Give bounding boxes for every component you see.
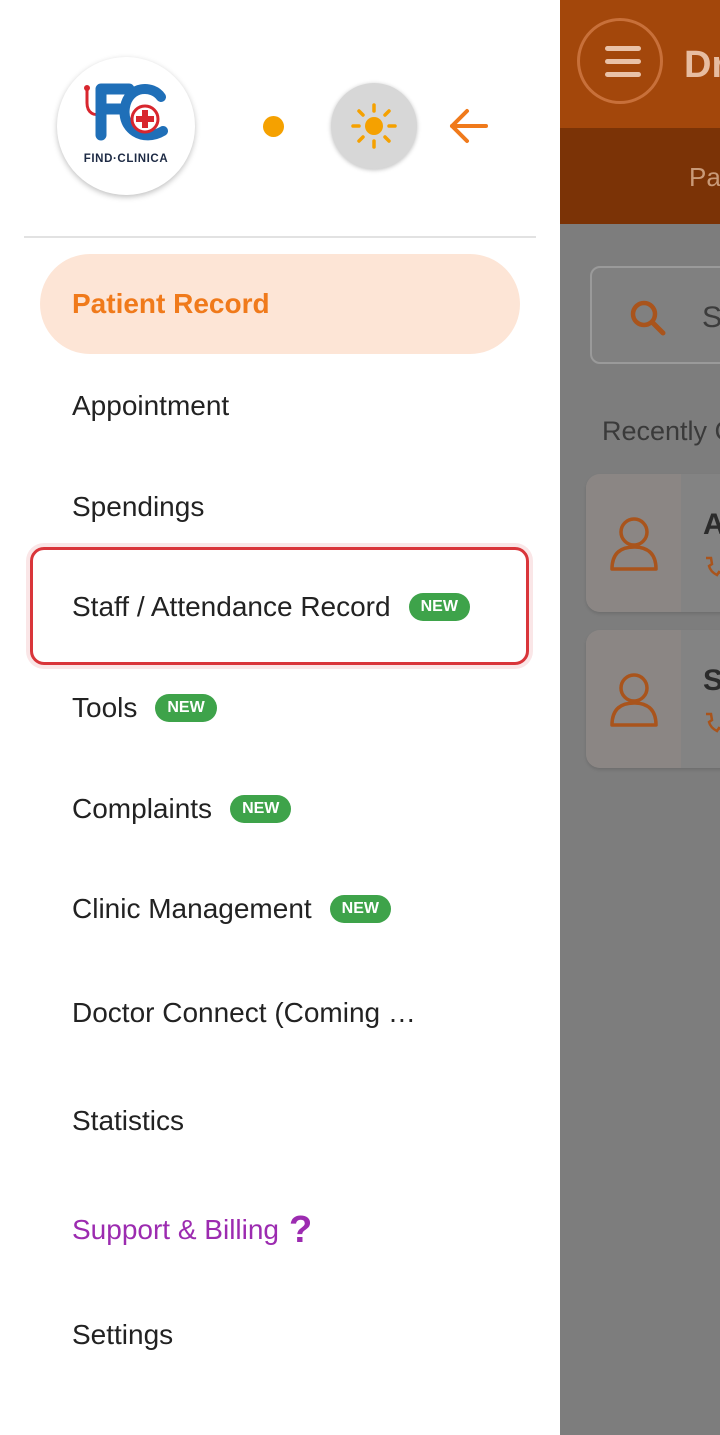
arrow-left-icon[interactable] xyxy=(446,104,490,148)
phone-icon xyxy=(706,712,720,733)
menu-item-label: Settings xyxy=(72,1319,174,1350)
person-icon xyxy=(610,673,658,727)
menu-item-complaints[interactable]: Complaints NEW xyxy=(40,759,520,859)
new-badge: NEW xyxy=(155,694,217,722)
new-badge: NEW xyxy=(329,895,391,923)
menu-item-label: Support & Billing xyxy=(72,1214,280,1245)
search-placeholder: S xyxy=(702,301,720,334)
navigation-drawer: FIND·CLINICA Patient Record Appointment xyxy=(0,0,560,1435)
highlight-box xyxy=(30,547,529,665)
drawer-divider xyxy=(24,236,536,238)
app-tab-label[interactable]: Pa xyxy=(689,162,720,193)
menu-item-support-billing[interactable]: Support & Billing ? xyxy=(40,1180,520,1280)
hamburger-menu-button[interactable] xyxy=(577,18,663,104)
logo-mark-icon xyxy=(84,83,168,141)
menu-item-doctor-connect[interactable]: Doctor Connect (Coming … xyxy=(40,963,520,1063)
logo-caption: FIND·CLINICA xyxy=(83,153,169,165)
patient-card[interactable]: A xyxy=(586,474,720,612)
menu-item-settings[interactable]: Settings xyxy=(40,1285,520,1385)
menu-item-label: Spendings xyxy=(72,491,205,522)
sun-icon xyxy=(351,103,397,149)
question-mark-icon: ? xyxy=(289,1209,313,1251)
menu-item-label: Appointment xyxy=(72,390,230,421)
menu-item-label: Doctor Connect (Coming … xyxy=(72,997,416,1028)
search-icon xyxy=(630,300,666,336)
menu-item-tools[interactable]: Tools NEW xyxy=(40,658,520,758)
patient-initial: A xyxy=(703,508,720,541)
person-icon xyxy=(610,517,658,571)
menu-item-patient-record[interactable]: Patient Record xyxy=(40,254,520,354)
menu-item-label: Tools xyxy=(72,692,138,723)
menu-item-label: Statistics xyxy=(72,1105,185,1136)
new-badge: NEW xyxy=(230,795,292,823)
status-dot-icon xyxy=(263,116,284,137)
find-clinica-logo: FIND·CLINICA xyxy=(57,57,195,195)
menu-item-statistics[interactable]: Statistics xyxy=(40,1071,520,1171)
menu-item-label: Clinic Management xyxy=(72,893,312,924)
theme-toggle-button[interactable] xyxy=(331,83,417,169)
app-header-title: Dr xyxy=(684,44,720,86)
menu-item-clinic-management[interactable]: Clinic Management NEW xyxy=(40,859,520,959)
menu-item-label: Patient Record xyxy=(72,288,270,319)
menu-item-appointment[interactable]: Appointment xyxy=(40,356,520,456)
patient-card[interactable]: S xyxy=(586,630,720,768)
patient-initial: S xyxy=(703,664,720,697)
recently-label: Recently C xyxy=(602,416,720,446)
menu-item-spendings[interactable]: Spendings xyxy=(40,457,520,557)
menu-item-label: Complaints xyxy=(72,793,213,824)
phone-icon xyxy=(706,556,720,577)
